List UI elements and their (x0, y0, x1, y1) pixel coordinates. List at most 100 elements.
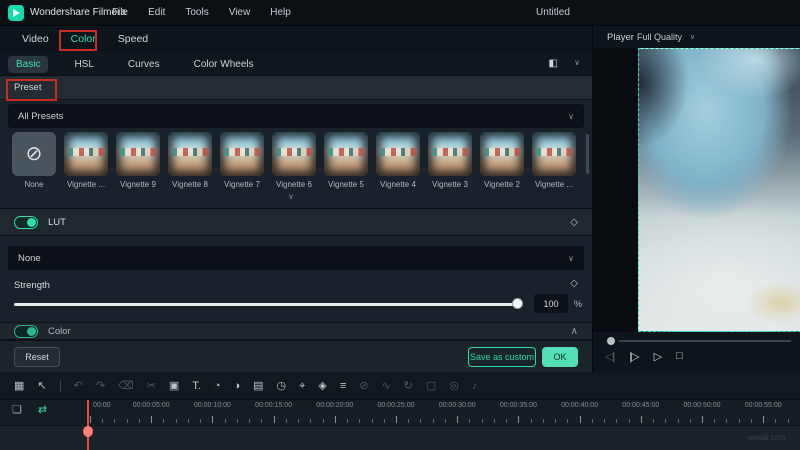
preset-thumbnail (64, 132, 108, 176)
audio-note-icon[interactable]: ♪ (472, 380, 478, 392)
ok-button[interactable]: OK (542, 347, 578, 367)
timeline-ruler[interactable]: ❏ ⇄ 00:00 00:00:05:00 00:00:10:00 00:00:15:0… (0, 400, 800, 425)
preset-vignette-7[interactable]: Vignette 7 (220, 132, 264, 189)
green-screen-icon[interactable]: ▤ (253, 380, 263, 392)
ruler-tick (542, 419, 544, 423)
ruler-tick (359, 419, 361, 423)
color-correction-icon[interactable]: ◑ (233, 380, 240, 392)
ruler-tick (444, 419, 446, 423)
preset-thumbnail (220, 132, 264, 176)
ruler-tick (481, 419, 483, 423)
menu-help[interactable]: Help (270, 7, 291, 18)
ruler-tick (102, 419, 104, 423)
ruler-tick (763, 416, 765, 423)
playhead-line[interactable] (87, 400, 89, 450)
preset-vignette[interactable]: Vignette ... (64, 132, 108, 189)
color-section-row: Color ∧ (0, 322, 592, 340)
adjustment-icon[interactable]: ≡ (340, 380, 346, 392)
toggle-knob (27, 217, 36, 227)
preset-vignette-2[interactable]: Vignette 2 (480, 132, 524, 189)
preset-vignette-4[interactable]: Vignette 4 (376, 132, 420, 189)
ruler-tick (420, 419, 422, 423)
preset-vignette-6[interactable]: Vignette 6 (272, 132, 316, 189)
timeline-track-area[interactable] (0, 425, 800, 450)
ruler-tick (714, 419, 716, 423)
media-grid-icon[interactable]: ▦ (14, 380, 24, 392)
tab-speed[interactable]: Speed (118, 33, 148, 45)
subtab-curves[interactable]: Curves (120, 56, 168, 73)
preset-label: Vignette 8 (172, 180, 208, 189)
subtab-hsl[interactable]: HSL (66, 56, 101, 73)
timer-icon[interactable]: ◷ (277, 380, 287, 392)
ruler-tick (677, 419, 679, 423)
preset-vignette-9[interactable]: Vignette 9 (116, 132, 160, 189)
app-logo-icon[interactable] (8, 5, 24, 21)
preset-vignette[interactable]: Vignette ... (532, 132, 576, 189)
ruler-tick (285, 419, 287, 423)
delete-icon[interactable]: ⌫ (118, 380, 134, 392)
scrub-bar-knob[interactable] (607, 337, 615, 345)
keyframe-icon[interactable]: ◈ (318, 380, 326, 392)
subtab-color-wheels[interactable]: Color Wheels (186, 56, 262, 73)
audio-sync-icon[interactable]: ◎ (449, 380, 459, 392)
preset-scrollbar[interactable] (586, 134, 589, 174)
snapshot-icon[interactable]: ▢ (426, 380, 436, 392)
preset-vignette-8[interactable]: Vignette 8 (168, 132, 212, 189)
before-after-compare-icon[interactable]: ◧ (549, 59, 558, 69)
color-toggle[interactable] (14, 324, 38, 338)
auto-ripple-link-icon[interactable]: ⇄ (38, 403, 47, 416)
ruler-tick (322, 419, 324, 423)
next-frame-button[interactable]: |▷ (629, 350, 639, 363)
strength-slider-knob[interactable] (512, 298, 523, 309)
playback-quality-dropdown[interactable]: Full Quality ∨ (637, 29, 703, 45)
menu-tools[interactable]: Tools (185, 7, 208, 18)
menu-file[interactable]: File (112, 7, 128, 18)
speed-icon[interactable]: ◔ (214, 380, 221, 392)
ruler-tick (298, 419, 300, 423)
none-slash-icon: ⊘ (25, 143, 43, 165)
collapse-chevron-up-icon[interactable]: ∧ (571, 326, 578, 337)
ruler-tick (604, 419, 606, 423)
subtab-basic[interactable]: Basic (8, 55, 49, 73)
select-tool-icon[interactable]: ↖ (37, 380, 46, 392)
ruler-timestamp: 00:00:55:00 (744, 402, 782, 409)
reset-button[interactable]: Reset (14, 347, 60, 367)
menu-edit[interactable]: Edit (148, 7, 165, 18)
strength-value-input[interactable]: 100 (534, 294, 568, 313)
strength-keyframe-icon[interactable]: ◇ (570, 278, 578, 289)
ruler-timestamp: 00:00:25:00 (377, 402, 415, 409)
preset-vignette-3[interactable]: Vignette 3 (428, 132, 472, 189)
stop-button[interactable]: □ (676, 350, 683, 363)
lut-toggle[interactable] (14, 215, 38, 229)
strength-slider-track[interactable] (14, 303, 522, 306)
save-as-custom-button[interactable]: Save as custom (468, 347, 536, 367)
add-to-track-icon[interactable]: ❏ (12, 403, 22, 416)
ruler-tick (163, 419, 165, 423)
ruler-tick (236, 419, 238, 423)
ruler-tick (273, 416, 275, 423)
preset-expander-chevron-icon[interactable]: ∨ (288, 192, 294, 201)
audio-graph-icon[interactable]: ∿ (381, 380, 390, 392)
text-tool-icon[interactable]: T. (192, 380, 201, 392)
lut-keyframe-icon[interactable]: ◇ (570, 217, 578, 228)
undo-icon[interactable]: ↶ (74, 380, 83, 392)
video-preview-frame[interactable] (638, 48, 800, 332)
redo-icon[interactable]: ↷ (96, 380, 105, 392)
preset-none[interactable]: ⊘ None (12, 132, 56, 189)
render-preview-icon[interactable]: ↻ (404, 380, 413, 392)
lut-dropdown[interactable]: None ∨ (8, 246, 584, 270)
split-scissors-icon[interactable]: ✂ (147, 380, 156, 392)
motion-track-icon[interactable]: ⌖ (299, 380, 305, 392)
tab-video[interactable]: Video (22, 33, 49, 45)
all-presets-dropdown[interactable]: All Presets ∨ (8, 104, 584, 128)
scrub-bar-track[interactable] (619, 340, 791, 342)
previous-frame-button[interactable]: ◁| (605, 350, 615, 363)
thumbnail-art (224, 148, 260, 156)
play-button[interactable]: ▷ (654, 350, 663, 363)
ruler-tick (493, 419, 495, 423)
chevron-down-icon[interactable]: ∨ (574, 58, 580, 67)
mute-icon[interactable]: ⊘ (359, 380, 368, 392)
menu-view[interactable]: View (229, 7, 251, 18)
preset-vignette-5[interactable]: Vignette 5 (324, 132, 368, 189)
crop-icon[interactable]: ▣ (169, 380, 179, 392)
